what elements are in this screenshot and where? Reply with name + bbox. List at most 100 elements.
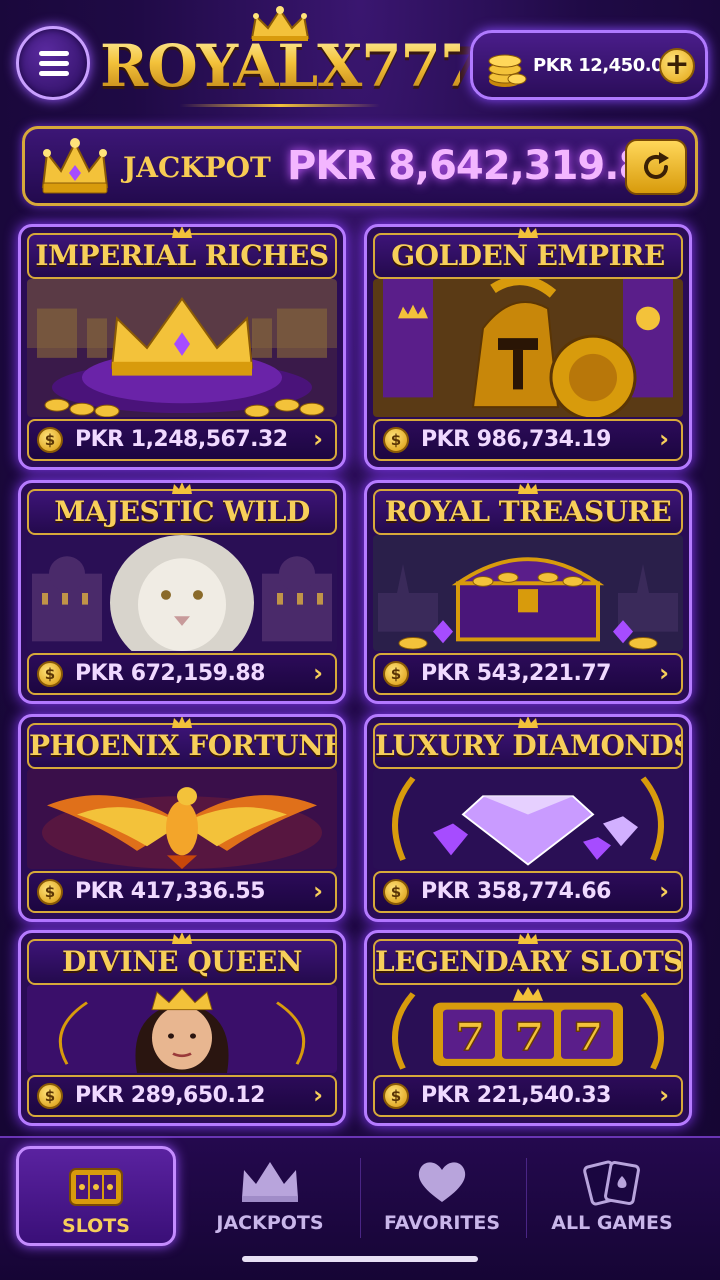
chevron-right-icon[interactable]: › — [313, 1081, 323, 1109]
nav-jackpots[interactable]: JACKPOTS — [190, 1146, 350, 1246]
game-prize: PKR 1,248,567.32 — [75, 427, 288, 452]
cards-icon — [583, 1160, 640, 1206]
svg-text:7: 7 — [455, 1014, 486, 1060]
treasure-chest-icon — [373, 535, 683, 651]
card-crown-icon — [172, 933, 192, 944]
game-card[interactable]: MAJESTIC WILD $ PKR 672,159.88 › — [18, 480, 346, 704]
coin-icon: $ — [37, 1083, 63, 1109]
card-crown-icon — [172, 227, 192, 238]
queen-icon — [27, 985, 337, 1073]
game-title: LUXURY DIAMONDS — [373, 723, 683, 769]
game-card[interactable]: GOLDEN EMPIRE $ PKR 986,734.19 › — [364, 224, 692, 470]
game-title: LEGENDARY SLOTS — [373, 939, 683, 985]
prize-bar: $ PKR 1,248,567.32 › — [27, 419, 337, 461]
svg-text:7: 7 — [573, 1014, 604, 1060]
game-prize: PKR 289,650.12 — [75, 1083, 265, 1108]
prize-bar: $ PKR 358,774.66 › — [373, 871, 683, 913]
game-title: GOLDEN EMPIRE — [373, 233, 683, 279]
gladiator-helmet-icon — [373, 279, 683, 417]
game-card[interactable]: ROYAL TREASURE $ PKR 543,221.77 › — [364, 480, 692, 704]
game-title: DIVINE QUEEN — [27, 939, 337, 985]
game-card[interactable]: DIVINE QUEEN $ PKR 289,650.12 › — [18, 930, 346, 1126]
coin-icon: $ — [37, 661, 63, 687]
nav-label: FAVORITES — [383, 1212, 501, 1234]
balance-amount: PKR 12,450.00 — [533, 55, 676, 76]
prize-bar: $ PKR 289,650.12 › — [27, 1075, 337, 1117]
coin-stack-icon — [488, 54, 527, 87]
card-crown-icon — [172, 717, 192, 728]
nav-label: JACKPOTS — [216, 1212, 324, 1234]
menu-icon — [39, 51, 69, 56]
white-lion-icon — [27, 535, 337, 651]
svg-text:7: 7 — [514, 1014, 545, 1060]
prize-bar: $ PKR 986,734.19 › — [373, 419, 683, 461]
game-prize: PKR 986,734.19 — [421, 427, 611, 452]
game-title: ROYAL TREASURE — [373, 489, 683, 535]
crown-icon — [242, 1162, 298, 1202]
game-prize: PKR 543,221.77 — [421, 661, 611, 686]
card-crown-icon — [518, 717, 538, 728]
game-card[interactable]: LEGENDARY SLOTS 777 $ PKR 221,540.33 › — [364, 930, 692, 1126]
nav-divider — [526, 1158, 527, 1238]
coin-icon: $ — [383, 1083, 409, 1109]
jackpot-crown-icon — [41, 138, 109, 194]
refresh-button[interactable] — [625, 139, 687, 195]
chevron-right-icon[interactable]: › — [659, 659, 669, 687]
chevron-right-icon[interactable]: › — [313, 877, 323, 905]
refresh-icon — [644, 152, 669, 179]
chevron-right-icon[interactable]: › — [313, 425, 323, 453]
game-prize: PKR 417,336.55 — [75, 879, 265, 904]
coin-icon: $ — [383, 661, 409, 687]
prize-bar: $ PKR 543,221.77 › — [373, 653, 683, 695]
menu-icon-bar — [39, 71, 69, 76]
card-crown-icon — [518, 933, 538, 944]
nav-slots[interactable]: SLOTS — [16, 1146, 176, 1246]
home-indicator — [242, 1256, 478, 1262]
game-title: PHOENIX FORTUNE — [27, 723, 337, 769]
balance-pill[interactable]: PKR 12,450.00 + — [470, 30, 708, 100]
coin-icon: $ — [383, 427, 409, 453]
menu-icon-bar — [39, 61, 69, 66]
jackpot-banner: JACKPOT PKR 8,642,319.87 — [22, 126, 698, 206]
brand-name: ROYALX777 — [100, 32, 480, 100]
game-title: IMPERIAL RICHES — [27, 233, 337, 279]
prize-bar: $ PKR 221,540.33 › — [373, 1075, 683, 1117]
game-prize: PKR 221,540.33 — [421, 1083, 611, 1108]
brand-logo: ROYALX777 ROYALX777 — [100, 6, 480, 114]
nav-favorites[interactable]: FAVORITES — [362, 1146, 522, 1246]
chevron-right-icon[interactable]: › — [659, 1081, 669, 1109]
nav-label: SLOTS — [62, 1215, 130, 1237]
game-title: MAJESTIC WILD — [27, 489, 337, 535]
menu-button[interactable] — [16, 26, 90, 100]
prize-bar: $ PKR 417,336.55 › — [27, 871, 337, 913]
nav-label: ALL GAMES — [551, 1212, 673, 1234]
coin-icon: $ — [37, 879, 63, 905]
card-crown-icon — [518, 227, 538, 238]
chevron-right-icon[interactable]: › — [659, 877, 669, 905]
logo-underline — [180, 104, 380, 107]
game-card[interactable]: IMPERIAL RICHES $ PKR 1,248,567.32 › — [18, 224, 346, 470]
prize-bar: $ PKR 672,159.88 › — [27, 653, 337, 695]
coin-icon: $ — [37, 427, 63, 453]
card-crown-icon — [518, 483, 538, 494]
card-crown-icon — [172, 483, 192, 494]
diamond-icon — [373, 769, 683, 869]
game-prize: PKR 358,774.66 — [421, 879, 611, 904]
jackpot-value: PKR 8,642,319.87 — [287, 143, 673, 189]
slot-machine-icon — [69, 1168, 123, 1206]
chevron-right-icon[interactable]: › — [659, 425, 669, 453]
coin-icon: $ — [383, 879, 409, 905]
crown-icon — [27, 279, 337, 417]
nav-divider — [360, 1158, 361, 1238]
game-card[interactable]: LUXURY DIAMONDS $ PKR 358,774.66 › — [364, 714, 692, 922]
nav-all-games[interactable]: ALL GAMES — [532, 1146, 692, 1246]
app-header: ROYALX777 ROYALX777 PKR 12,450.00 + — [0, 0, 720, 118]
game-prize: PKR 672,159.88 — [75, 661, 265, 686]
game-card[interactable]: PHOENIX FORTUNE $ PKR 417,336.55 › — [18, 714, 346, 922]
add-funds-button[interactable]: + — [659, 48, 695, 84]
jackpot-label: JACKPOT — [123, 151, 271, 184]
chevron-right-icon[interactable]: › — [313, 659, 323, 687]
slot-reels-777-icon: 777 — [373, 985, 683, 1073]
heart-icon — [418, 1162, 466, 1202]
phoenix-icon — [27, 769, 337, 869]
